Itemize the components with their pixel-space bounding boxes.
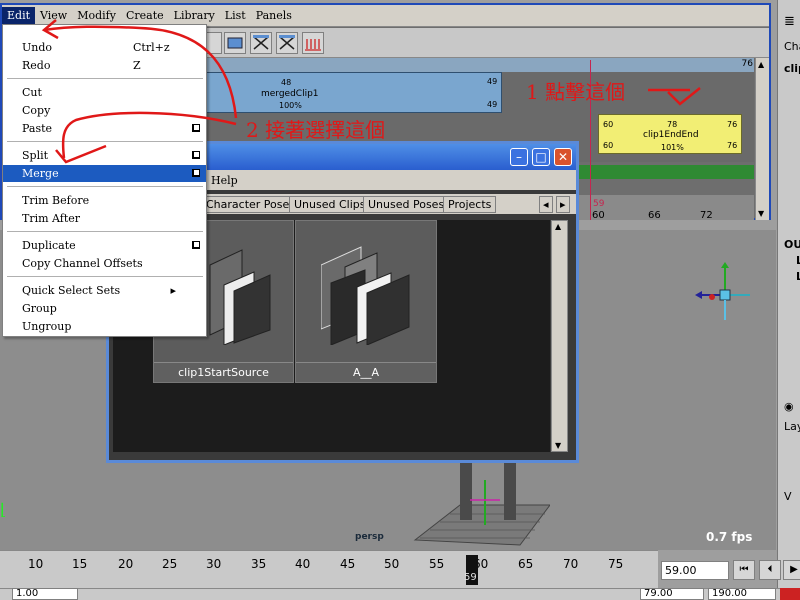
- menu-item-label: Quick Select Sets: [22, 284, 121, 297]
- step-back-icon[interactable]: ⏴: [759, 560, 781, 580]
- thumbnail-label: clip1StartSource: [154, 362, 293, 382]
- menu-item-quick-select-sets[interactable]: Quick Select Sets ▸: [3, 282, 206, 299]
- menu-item-label: Duplicate: [22, 239, 76, 252]
- timeline-tick: 70: [563, 557, 579, 571]
- timeline-tick: 45: [340, 557, 356, 571]
- annotation-step-1: 1 點擊這個: [526, 80, 626, 104]
- radio-button[interactable]: ◉: [784, 400, 794, 413]
- timeline-tick: 55: [429, 557, 445, 571]
- play-icon[interactable]: ▶: [783, 560, 800, 580]
- range-max-field[interactable]: 190.00: [708, 588, 776, 600]
- timeline-tick: 35: [251, 557, 267, 571]
- range-start-field[interactable]: 1.00: [12, 588, 78, 600]
- visor-vertical-scrollbar[interactable]: ▲ ▼: [551, 220, 568, 452]
- auto-key-icon[interactable]: [780, 588, 800, 600]
- current-time-field[interactable]: 59.00: [661, 561, 729, 580]
- camera-label: persp: [355, 532, 384, 542]
- timeline-tick: 10: [28, 557, 44, 571]
- time-slider[interactable]: [0, 550, 658, 588]
- submenu-arrow-icon: ▸: [170, 284, 176, 297]
- axis-marker-icon: ⌊: [0, 500, 7, 519]
- thumbnail-clip[interactable]: A__A: [295, 220, 437, 383]
- timeline-tick: 25: [162, 557, 178, 571]
- timeline-tick: 40: [295, 557, 311, 571]
- timeline-tick: 15: [72, 557, 88, 571]
- fps-readout: 0.7 fps: [706, 530, 753, 544]
- menu-item-label: Group: [22, 302, 57, 315]
- timeline-tick: 20: [118, 557, 134, 571]
- menu-item-label: Ungroup: [22, 320, 72, 333]
- annotation-step-2: 2 接著選擇這個: [246, 118, 386, 142]
- menu-item-ungroup[interactable]: Ungroup: [3, 318, 206, 335]
- output-item-1: L: [796, 254, 800, 267]
- clip-thumbnail-icon: [209, 249, 271, 345]
- character-figure-icon: [413, 460, 550, 546]
- menu-item-label: Copy Channel Offsets: [22, 257, 143, 270]
- thumbnail-label: A__A: [296, 362, 436, 382]
- timeline-tick: 30: [206, 557, 222, 571]
- view-cube-icon[interactable]: [690, 260, 760, 330]
- menu-item-copy-channel-offsets[interactable]: Copy Channel Offsets: [3, 255, 206, 272]
- scroll-down-icon[interactable]: ▼: [555, 441, 561, 450]
- clip-thumbnail-icon: [321, 246, 410, 345]
- timeline-tick: 50: [384, 557, 400, 571]
- timeline-tick: 75: [608, 557, 624, 571]
- layer-tab-label[interactable]: Lay: [784, 420, 800, 433]
- menu-item-group[interactable]: Group: [3, 300, 206, 317]
- option-box-icon[interactable]: [192, 241, 200, 249]
- annotation-arrows-icon: [41, 19, 701, 164]
- menu-separator: [7, 276, 203, 277]
- go-to-start-icon[interactable]: ⏮: [733, 560, 755, 580]
- output-item-2: L: [796, 270, 800, 283]
- range-end-field[interactable]: 79.00: [640, 588, 704, 600]
- timeline-tick: 65: [518, 557, 534, 571]
- current-frame-label: 59: [464, 572, 477, 583]
- visibility-label: V: [784, 490, 792, 503]
